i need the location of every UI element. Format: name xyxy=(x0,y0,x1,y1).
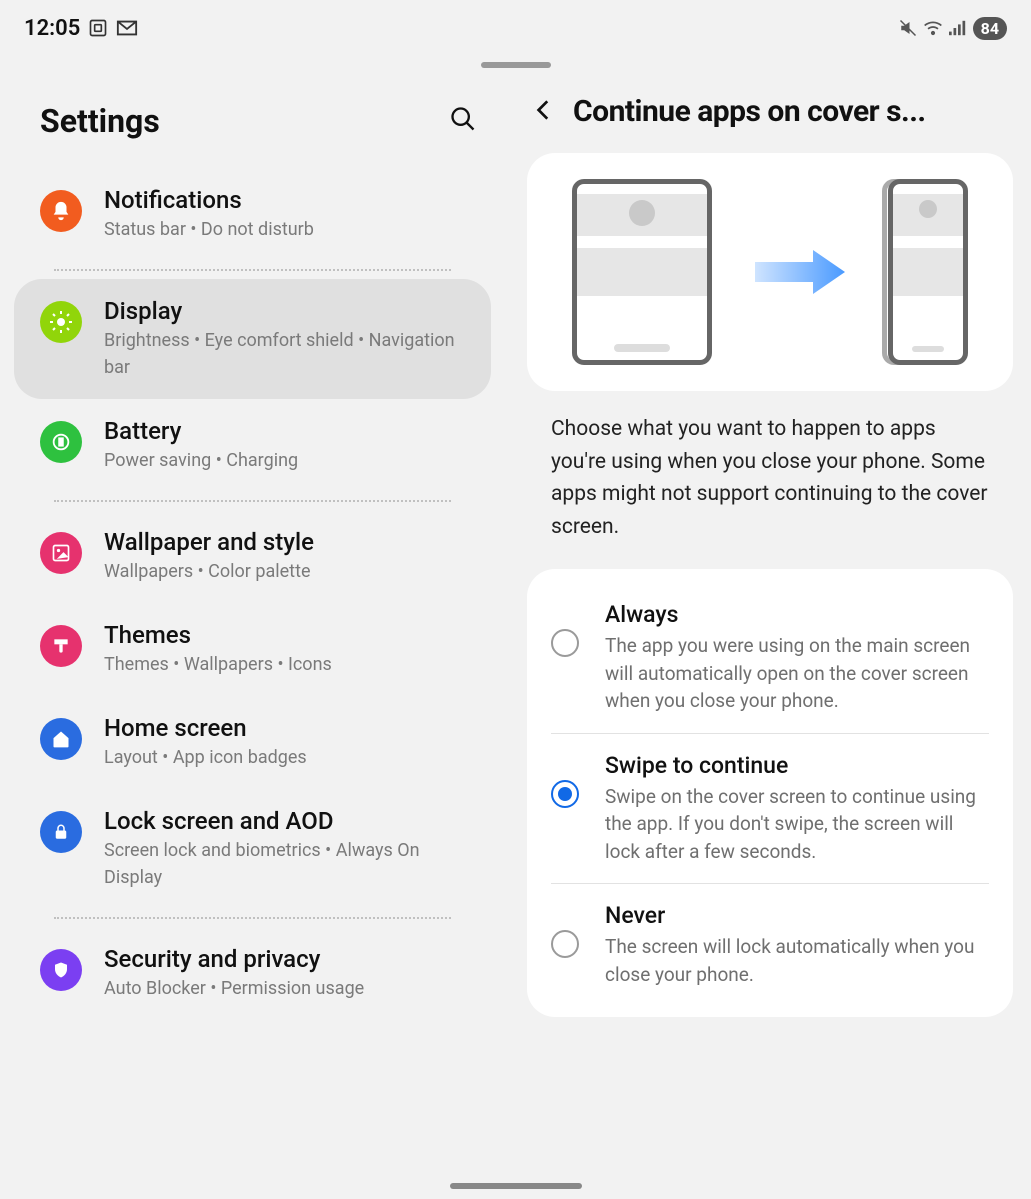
signal-icon xyxy=(949,20,967,36)
sidebar-item-security[interactable]: Security and privacy Auto Blocker • Perm… xyxy=(14,927,491,1020)
sidebar-item-display[interactable]: Display Brightness • Eye comfort shield … xyxy=(14,279,491,399)
item-subtitle: Brightness • Eye comfort shield • Naviga… xyxy=(104,327,477,381)
sidebar-item-wallpaper[interactable]: Wallpaper and style Wallpapers • Color p… xyxy=(14,510,491,603)
status-left: 12:05 xyxy=(24,16,138,41)
item-subtitle: Screen lock and biometrics • Always On D… xyxy=(104,837,477,891)
detail-title: Continue apps on cover s... xyxy=(573,94,926,129)
battery-icon xyxy=(40,421,82,463)
option-subtitle: The app you were using on the main scree… xyxy=(605,632,989,715)
brush-icon xyxy=(40,625,82,667)
sidebar-item-home-screen[interactable]: Home screen Layout • App icon badges xyxy=(14,696,491,789)
divider xyxy=(54,269,451,271)
status-time: 12:05 xyxy=(24,16,80,41)
option-subtitle: The screen will lock automatically when … xyxy=(605,933,989,988)
navigation-bar-handle[interactable] xyxy=(450,1183,582,1189)
detail-pane: Continue apps on cover s... Choo xyxy=(505,68,1031,1199)
home-icon xyxy=(40,718,82,760)
search-icon[interactable] xyxy=(449,105,477,137)
option-subtitle: Swipe on the cover screen to continue us… xyxy=(605,783,989,866)
page-title: Settings xyxy=(40,102,160,140)
item-title: Display xyxy=(104,297,477,325)
sidebar-item-lock-screen[interactable]: Lock screen and AOD Screen lock and biom… xyxy=(14,789,491,909)
item-subtitle: Themes • Wallpapers • Icons xyxy=(104,651,477,678)
gmail-icon xyxy=(116,19,138,37)
sidebar-item-notifications[interactable]: Notifications Status bar • Do not distur… xyxy=(14,168,491,261)
sidebar-item-battery[interactable]: Battery Power saving • Charging xyxy=(14,399,491,492)
back-icon[interactable] xyxy=(531,97,557,127)
option-title: Always xyxy=(605,601,989,628)
divider xyxy=(54,500,451,502)
status-right: 84 xyxy=(899,17,1007,40)
settings-master-pane: Settings Notifications Status bar • Do n… xyxy=(0,68,505,1199)
illustration-card xyxy=(527,153,1013,391)
item-title: Security and privacy xyxy=(104,945,477,973)
divider xyxy=(54,917,451,919)
option-swipe-to-continue[interactable]: Swipe to continue Swipe on the cover scr… xyxy=(551,733,989,884)
picture-icon xyxy=(40,532,82,574)
radio-button[interactable] xyxy=(551,629,579,657)
option-never[interactable]: Never The screen will lock automatically… xyxy=(551,883,989,1006)
item-title: Themes xyxy=(104,621,477,649)
radio-button[interactable] xyxy=(551,930,579,958)
cover-screen-illustration xyxy=(888,179,968,365)
item-title: Lock screen and AOD xyxy=(104,807,477,835)
battery-indicator: 84 xyxy=(973,17,1007,40)
item-subtitle: Power saving • Charging xyxy=(104,447,477,474)
item-subtitle: Layout • App icon badges xyxy=(104,744,477,771)
item-title: Wallpaper and style xyxy=(104,528,477,556)
lock-icon xyxy=(40,811,82,853)
item-subtitle: Wallpapers • Color palette xyxy=(104,558,477,585)
sidebar-item-themes[interactable]: Themes Themes • Wallpapers • Icons xyxy=(14,603,491,696)
radio-button[interactable] xyxy=(551,780,579,808)
description-text: Choose what you want to happen to apps y… xyxy=(527,391,1013,569)
mute-icon xyxy=(899,19,917,37)
brightness-icon xyxy=(40,301,82,343)
option-title: Swipe to continue xyxy=(605,752,989,779)
focus-mode-icon xyxy=(88,18,108,38)
option-title: Never xyxy=(605,902,989,929)
shield-icon xyxy=(40,949,82,991)
item-title: Notifications xyxy=(104,186,477,214)
options-card: Always The app you were using on the mai… xyxy=(527,569,1013,1016)
status-bar: 12:05 84 xyxy=(0,0,1031,52)
item-subtitle: Auto Blocker • Permission usage xyxy=(104,975,477,1002)
wifi-icon xyxy=(923,20,943,36)
item-subtitle: Status bar • Do not disturb xyxy=(104,216,477,243)
bell-icon xyxy=(40,190,82,232)
arrow-right-icon xyxy=(750,248,850,296)
option-always[interactable]: Always The app you were using on the mai… xyxy=(551,583,989,733)
main-screen-illustration xyxy=(572,179,712,365)
item-title: Home screen xyxy=(104,714,477,742)
item-title: Battery xyxy=(104,417,477,445)
